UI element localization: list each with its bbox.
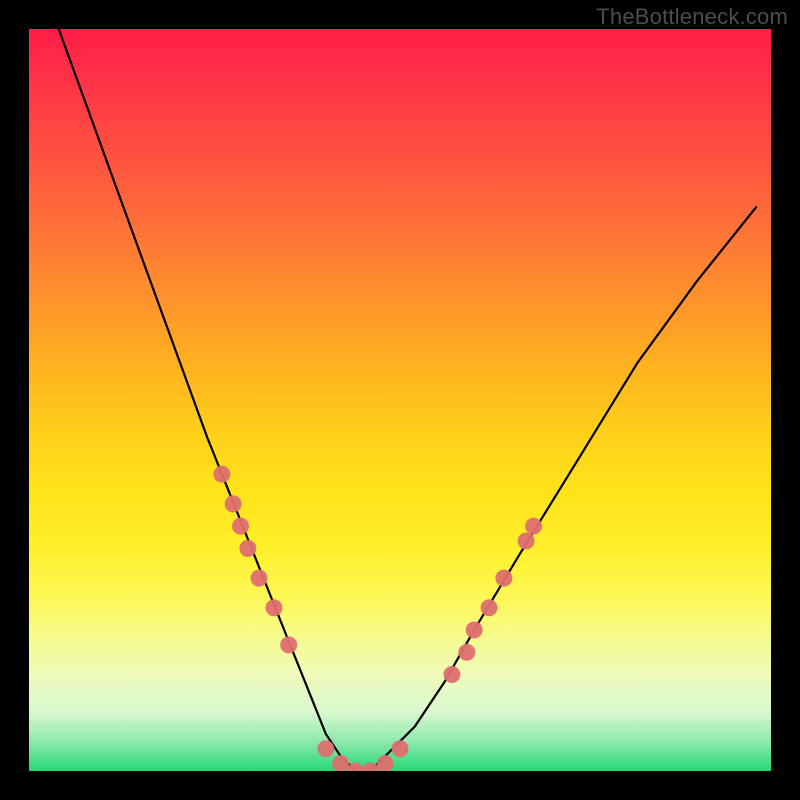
watermark-text: TheBottleneck.com — [596, 4, 788, 30]
plot-area — [29, 29, 771, 771]
chart-frame: TheBottleneck.com — [0, 0, 800, 800]
